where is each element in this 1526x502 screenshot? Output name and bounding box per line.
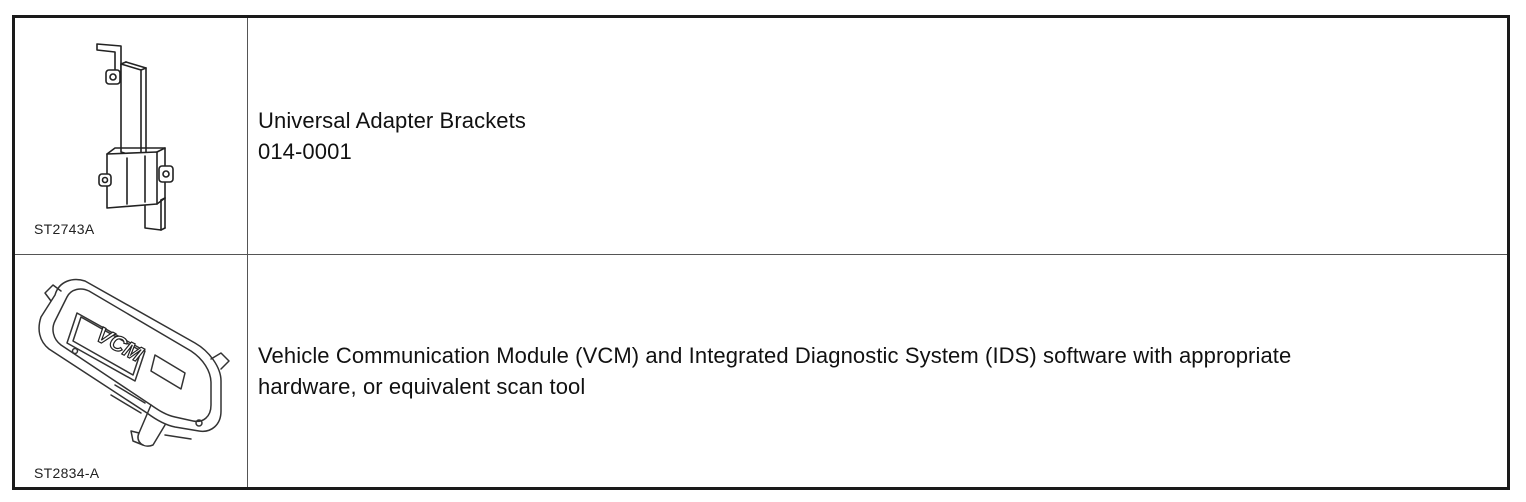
adapter-bracket-illustration [96, 43, 174, 231]
figure-id-label: ST2834-A [34, 465, 100, 481]
special-tools-table: ST2743A Universal Adapter Brackets 014-0… [12, 15, 1510, 490]
tool-description: Universal Adapter Brackets 014-0001 [258, 105, 526, 167]
tool-name-continued: hardware, or equivalent scan tool [258, 374, 586, 399]
tool-description: Vehicle Communication Module (VCM) and I… [258, 340, 1291, 402]
tool-image-cell: ST2743A [15, 18, 248, 255]
tool-name: Universal Adapter Brackets [258, 108, 526, 133]
tool-description-cell: Universal Adapter Brackets 014-0001 [248, 18, 1507, 255]
vcm-module-illustration: VCM [38, 278, 230, 447]
tool-description-cell: Vehicle Communication Module (VCM) and I… [248, 255, 1507, 487]
tool-name: Vehicle Communication Module (VCM) and I… [258, 343, 1292, 368]
tool-image-cell: VCM ST2834-A [15, 255, 248, 487]
tool-part-number: 014-0001 [258, 139, 352, 164]
figure-id-label: ST2743A [34, 221, 95, 237]
